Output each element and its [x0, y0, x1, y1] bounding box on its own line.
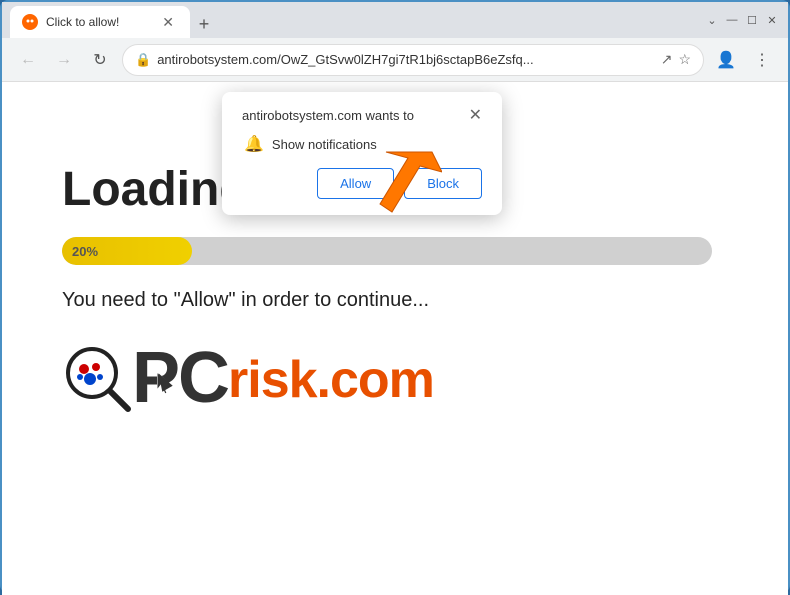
arrow-container [352, 142, 442, 237]
tab-area: Click to allow! ✕ + [10, 2, 704, 38]
popup-header: antirobotsystem.com wants to ✕ [242, 108, 482, 124]
address-bar[interactable]: 🔒 antirobotsystem.com/OwZ_GtSvw0lZH7gi7t… [122, 44, 704, 76]
progress-bar-fill: 20% [62, 237, 192, 265]
pcrisk-logo: PC risk.com [62, 342, 728, 414]
popup-text: antirobotsystem.com wants to [242, 108, 469, 123]
tab-favicon [22, 14, 38, 30]
maximize-button[interactable]: ☐ [744, 12, 760, 28]
chevron-down-icon: ⌄ [704, 12, 720, 28]
url-text: antirobotsystem.com/OwZ_GtSvw0lZH7gi7tR1… [157, 52, 655, 67]
active-tab[interactable]: Click to allow! ✕ [10, 6, 190, 38]
popup-close-button[interactable]: ✕ [469, 108, 482, 124]
progress-bar-container: 20% [62, 237, 712, 265]
share-icon[interactable]: ↗ [661, 51, 673, 68]
menu-button[interactable]: ⋮ [748, 46, 776, 74]
address-icons: ↗ ☆ [661, 51, 691, 68]
progress-label: 20% [72, 244, 98, 259]
minimize-button[interactable]: — [724, 12, 740, 28]
new-tab-button[interactable]: + [190, 10, 218, 38]
orange-arrow-icon [352, 142, 442, 232]
tab-title: Click to allow! [46, 15, 150, 29]
title-bar: Click to allow! ✕ + ⌄ — ☐ ✕ [2, 2, 788, 38]
close-button[interactable]: ✕ [764, 12, 780, 28]
profile-button[interactable]: 👤 [712, 46, 740, 74]
pcrisk-pc-text: PC [132, 342, 228, 414]
bookmark-icon[interactable]: ☆ [678, 51, 691, 68]
lock-icon: 🔒 [135, 52, 151, 68]
instruction-text: You need to "Allow" in order to continue… [62, 289, 728, 312]
nav-bar: ← → ↻ 🔒 antirobotsystem.com/OwZ_GtSvw0lZ… [2, 38, 788, 82]
back-button[interactable]: ← [14, 46, 42, 74]
forward-button[interactable]: → [50, 46, 78, 74]
refresh-button[interactable]: ↻ [86, 46, 114, 74]
tab-close-button[interactable]: ✕ [158, 12, 178, 33]
pcrisk-risk-text: risk.com [228, 350, 434, 410]
pcrisk-logo-icon [62, 343, 132, 413]
bell-icon: 🔔 [244, 134, 264, 154]
window-controls: ⌄ — ☐ ✕ [704, 12, 780, 28]
content-area: antirobotsystem.com wants to ✕ 🔔 Show no… [2, 82, 788, 595]
